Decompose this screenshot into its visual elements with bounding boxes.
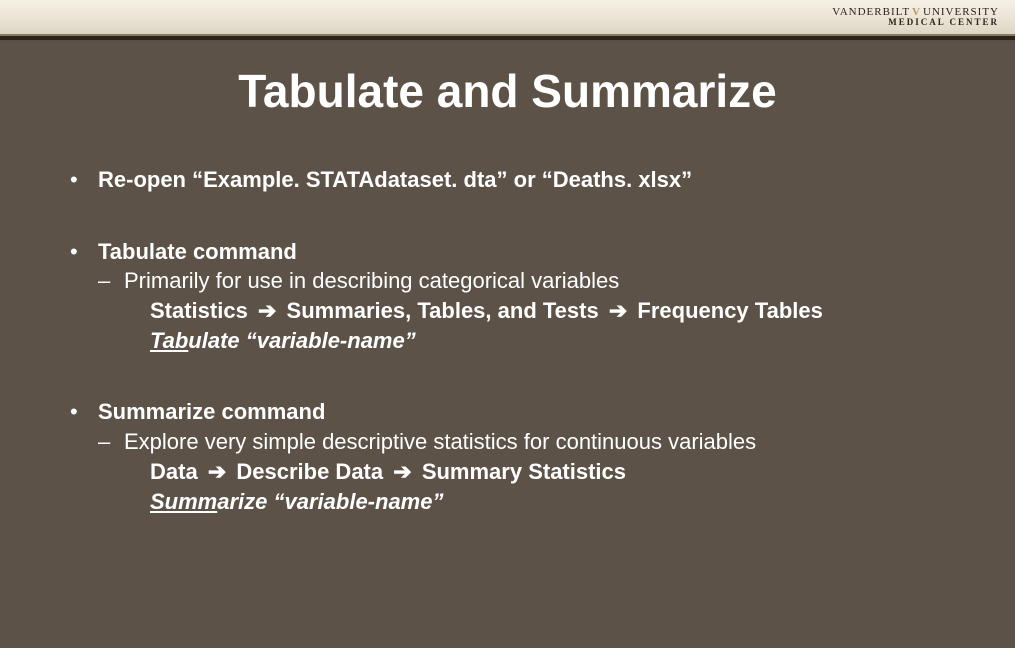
dash-icon: – bbox=[98, 427, 124, 457]
bullet-icon: • bbox=[70, 237, 98, 267]
path-seg: Summary Statistics bbox=[422, 459, 626, 484]
arrow-icon: ➔ bbox=[389, 459, 415, 484]
path-seg: Frequency Tables bbox=[637, 298, 822, 323]
bullet-3-command: Summarize “variable-name” bbox=[150, 487, 955, 517]
arrow-icon: ➔ bbox=[254, 298, 280, 323]
brand-logo: VANDERBILTVUNIVERSITY MEDICAL CENTER bbox=[832, 6, 999, 28]
slide-body: • Re-open “Example. STATAdataset. dta” o… bbox=[70, 165, 955, 558]
path-seg: Describe Data bbox=[236, 459, 383, 484]
slide: VANDERBILTVUNIVERSITY MEDICAL CENTER Tab… bbox=[0, 0, 1015, 648]
bullet-icon: • bbox=[70, 397, 98, 427]
bullet-icon: • bbox=[70, 165, 98, 195]
path-seg: Summaries, Tables, and Tests bbox=[287, 298, 599, 323]
bullet-3-path: Data ➔ Describe Data ➔ Summary Statistic… bbox=[150, 457, 955, 487]
cmd-rest: ulate “variable-name” bbox=[188, 328, 415, 353]
path-seg: Statistics bbox=[150, 298, 248, 323]
bullet-3-sub: Explore very simple descriptive statisti… bbox=[124, 427, 756, 457]
brand-subtext: MEDICAL CENTER bbox=[832, 18, 999, 28]
path-seg: Data bbox=[150, 459, 198, 484]
arrow-icon: ➔ bbox=[605, 298, 631, 323]
top-bar: VANDERBILTVUNIVERSITY MEDICAL CENTER bbox=[0, 0, 1015, 36]
bullet-group-3: • Summarize command – Explore very simpl… bbox=[70, 397, 955, 516]
bullet-group-2: • Tabulate command – Primarily for use i… bbox=[70, 237, 955, 356]
cmd-underline: Summ bbox=[150, 489, 217, 514]
bullet-group-1: • Re-open “Example. STATAdataset. dta” o… bbox=[70, 165, 955, 195]
cmd-rest: arize “variable-name” bbox=[217, 489, 443, 514]
cmd-underline: Tab bbox=[150, 328, 188, 353]
dash-icon: – bbox=[98, 266, 124, 296]
bullet-2-command: Tabulate “variable-name” bbox=[150, 326, 955, 356]
arrow-icon: ➔ bbox=[204, 459, 230, 484]
bullet-2-path: Statistics ➔ Summaries, Tables, and Test… bbox=[150, 296, 955, 326]
bullet-2-head: Tabulate command bbox=[98, 237, 297, 267]
bullet-2-sub: Primarily for use in describing categori… bbox=[124, 266, 619, 296]
bullet-1-text: Re-open “Example. STATAdataset. dta” or … bbox=[98, 165, 692, 195]
bullet-3-head: Summarize command bbox=[98, 397, 325, 427]
slide-title: Tabulate and Summarize bbox=[0, 64, 1015, 118]
